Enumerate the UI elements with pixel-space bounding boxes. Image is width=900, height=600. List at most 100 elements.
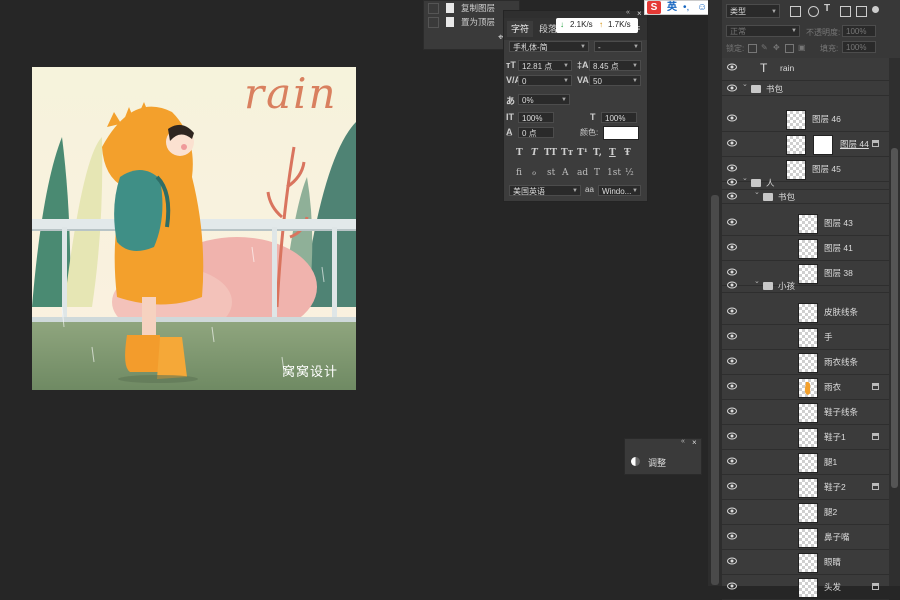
layer-filter-select[interactable]: 类型 ▼ xyxy=(726,4,780,18)
filter-pixel-icon[interactable] xyxy=(790,6,801,17)
baseline-shift-input[interactable]: 0 点 xyxy=(518,127,554,138)
layer-row[interactable]: ⌄ 书包 xyxy=(722,80,889,96)
emoji-icon[interactable]: ☺ xyxy=(697,1,707,15)
layer-row[interactable]: 腿1 xyxy=(722,450,889,475)
adjustments-label[interactable]: 调整 xyxy=(648,456,666,469)
layer-row[interactable]: 鞋子2 xyxy=(722,475,889,500)
filter-adjustment-icon[interactable] xyxy=(808,6,819,17)
scrollbar-thumb[interactable] xyxy=(711,195,719,585)
panel-title-bar[interactable]: « × xyxy=(504,9,647,18)
layer-row[interactable]: 图层 46 xyxy=(722,107,889,132)
layer-mask-thumbnail[interactable] xyxy=(813,135,833,155)
close-icon[interactable]: × xyxy=(692,438,697,447)
visibility-eye-icon[interactable] xyxy=(727,582,737,591)
filter-toggle-icon[interactable] xyxy=(872,6,879,13)
subscript-button[interactable]: T, xyxy=(593,148,602,158)
tab-character[interactable]: 字符 xyxy=(507,21,534,37)
discretionary-ligature-button[interactable]: ℴ xyxy=(532,168,536,178)
visibility-eye-icon[interactable] xyxy=(727,332,737,341)
lock-image-icon[interactable]: ✎ xyxy=(761,43,768,52)
fill-input[interactable]: 100% xyxy=(842,41,876,53)
expand-chevron-icon[interactable]: ⌄ xyxy=(754,277,760,285)
layer-row[interactable]: 鼻子嘴 xyxy=(722,525,889,550)
blend-mode-select[interactable]: 正常 ▼ xyxy=(726,25,800,37)
visibility-eye-icon[interactable] xyxy=(727,482,737,491)
layer-row[interactable]: 腿2 xyxy=(722,500,889,525)
collapse-icon[interactable]: « xyxy=(626,9,630,16)
layer-row[interactable]: 雨衣线条 xyxy=(722,350,889,375)
visibility-eye-icon[interactable] xyxy=(727,382,737,391)
lock-artboard-icon[interactable] xyxy=(785,44,794,53)
filter-smart-object-icon[interactable] xyxy=(856,6,867,17)
visibility-eye-icon[interactable] xyxy=(727,218,737,227)
ordinal-superscript-button[interactable]: 1st xyxy=(607,168,621,178)
layer-row[interactable]: 图层 43 xyxy=(722,211,889,236)
font-size-input[interactable]: 12.81 点 ▼ xyxy=(518,60,572,71)
layer-row[interactable]: 皮肤线条 xyxy=(722,300,889,325)
visibility-eye-icon[interactable] xyxy=(727,307,737,316)
layer-row[interactable]: 手 xyxy=(722,325,889,350)
swash-button[interactable]: st xyxy=(547,168,555,178)
titling-alternates-button[interactable]: ad xyxy=(577,168,588,178)
close-icon[interactable]: × xyxy=(637,9,642,18)
faux-bold-button[interactable]: T xyxy=(516,148,523,158)
layers-scrollbar[interactable] xyxy=(889,58,900,586)
layer-row[interactable]: 鞋子线条 xyxy=(722,400,889,425)
sogou-logo-icon[interactable]: S xyxy=(647,1,661,14)
history-checkbox[interactable] xyxy=(428,17,439,28)
visibility-eye-icon[interactable] xyxy=(727,432,737,441)
filter-shape-icon[interactable] xyxy=(840,6,851,17)
expand-chevron-icon[interactable]: ⌄ xyxy=(742,174,748,182)
lock-transparent-icon[interactable] xyxy=(748,44,757,53)
kerning-input[interactable]: 0 ▼ xyxy=(518,75,572,86)
opacity-input[interactable]: 100% xyxy=(842,25,876,37)
visibility-eye-icon[interactable] xyxy=(727,407,737,416)
small-caps-button[interactable]: Tт xyxy=(561,148,573,158)
font-family-select[interactable]: 手札体-简 ▼ xyxy=(509,41,589,52)
layer-row[interactable]: 雨衣 xyxy=(722,375,889,400)
leading-input[interactable]: 8.45 点 ▼ xyxy=(589,60,641,71)
language-select[interactable]: 美国英语 ▼ xyxy=(509,185,581,196)
layer-row[interactable]: ⌄ 人 xyxy=(722,174,889,190)
strikethrough-button[interactable]: Ŧ xyxy=(624,148,631,158)
layer-row[interactable]: 眼睛 xyxy=(722,550,889,575)
superscript-button[interactable]: T¹ xyxy=(577,148,588,158)
visibility-eye-icon[interactable] xyxy=(727,557,737,566)
punctuation-icon[interactable]: •, xyxy=(683,1,689,15)
visibility-eye-icon[interactable] xyxy=(727,164,737,173)
visibility-eye-icon[interactable] xyxy=(727,178,737,187)
visibility-eye-icon[interactable] xyxy=(727,84,737,93)
font-style-select[interactable]: - ▼ xyxy=(594,41,642,52)
filter-type-icon[interactable]: T xyxy=(824,3,830,14)
layer-row[interactable]: 图层 41 xyxy=(722,236,889,261)
expand-chevron-icon[interactable]: ⌄ xyxy=(742,80,748,88)
visibility-eye-icon[interactable] xyxy=(727,357,737,366)
canvas-artwork[interactable]: rain 窝窝设计 xyxy=(32,67,356,390)
history-checkbox[interactable] xyxy=(428,3,439,14)
visibility-eye-icon[interactable] xyxy=(727,243,737,252)
visibility-eye-icon[interactable] xyxy=(727,457,737,466)
layer-row[interactable]: 图层 44 xyxy=(722,132,889,157)
tsume-input[interactable]: 0% ▼ xyxy=(518,94,570,105)
visibility-eye-icon[interactable] xyxy=(727,114,737,123)
tracking-input[interactable]: 50 ▼ xyxy=(589,75,641,86)
layer-row[interactable]: 鞋子1 xyxy=(722,425,889,450)
fractions-button[interactable]: ½ xyxy=(625,168,634,178)
antialias-select[interactable]: Windo... ▼ xyxy=(598,185,641,196)
expand-chevron-icon[interactable]: ⌄ xyxy=(754,188,760,196)
ordinals-button[interactable]: T xyxy=(594,168,600,178)
layer-row[interactable]: ⌄ 书包 xyxy=(722,188,889,204)
visibility-eye-icon[interactable] xyxy=(727,532,737,541)
all-caps-button[interactable]: TT xyxy=(544,148,557,158)
layer-row[interactable]: 头发 xyxy=(722,575,889,600)
ime-lang-toggle[interactable]: 英 xyxy=(667,1,677,15)
visibility-eye-icon[interactable] xyxy=(727,63,737,72)
visibility-eye-icon[interactable] xyxy=(727,192,737,201)
layer-row[interactable]: Train xyxy=(722,56,889,81)
stylistic-alternates-button[interactable]: A xyxy=(562,168,569,178)
underline-button[interactable]: T xyxy=(609,148,616,158)
faux-italic-button[interactable]: T xyxy=(531,148,538,158)
text-color-swatch[interactable] xyxy=(603,126,639,140)
visibility-eye-icon[interactable] xyxy=(727,139,737,148)
collapse-icon[interactable]: « xyxy=(681,438,685,445)
